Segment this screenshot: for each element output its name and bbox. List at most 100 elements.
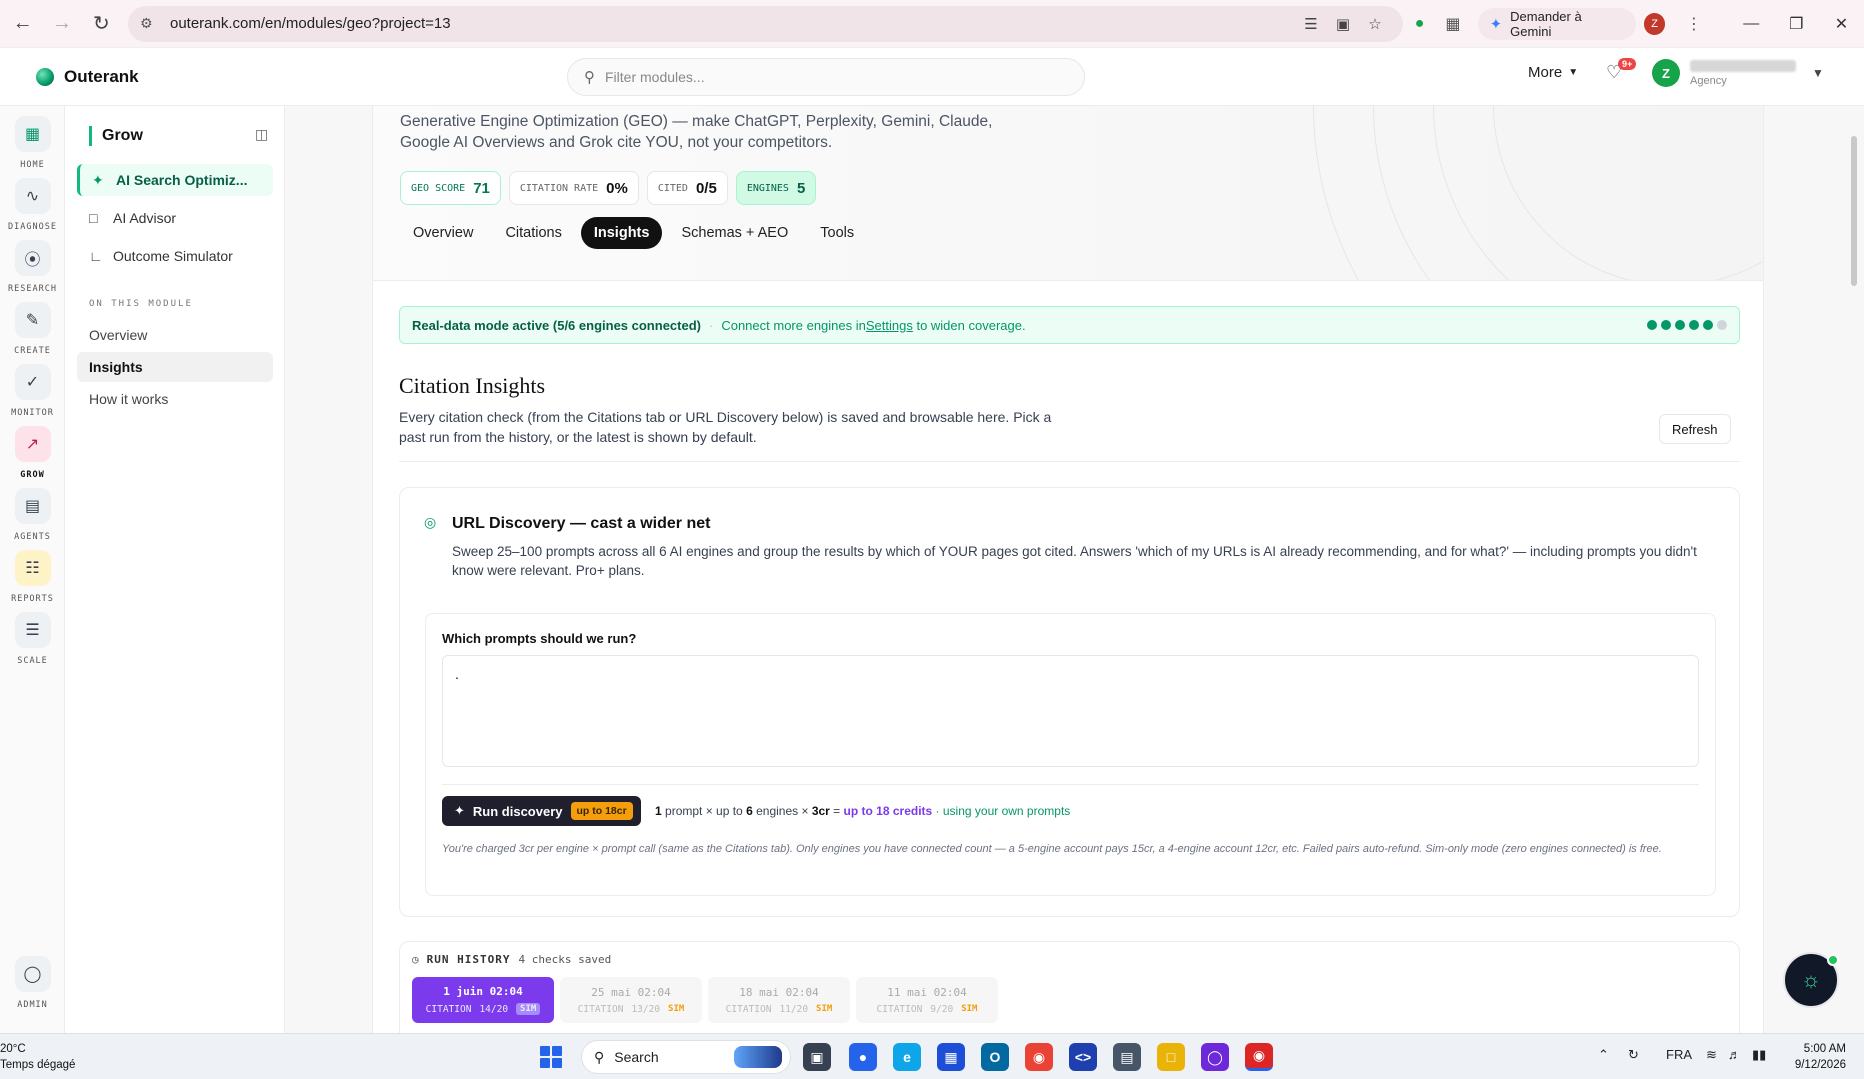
task-view-icon[interactable]: ▣ xyxy=(803,1043,831,1071)
stat-value: 5 xyxy=(796,179,806,197)
outlook-icon[interactable]: O xyxy=(981,1043,1009,1071)
back-button[interactable]: ← xyxy=(6,7,39,41)
rail-item-research[interactable]: ⦿ RESEARCH xyxy=(0,240,65,294)
weather-widget[interactable]: 20°C Temps dégagé xyxy=(0,1041,75,1073)
sidebar-item-label: Outcome Simulator xyxy=(113,248,233,264)
forward-button[interactable]: → xyxy=(45,7,78,41)
run-discovery-button[interactable]: ✦ Run discovery up to 18cr xyxy=(442,796,641,826)
sidebar-link-insights[interactable]: Insights xyxy=(77,352,273,382)
sidebar-item-outcome-simulator[interactable]: ∟ Outcome Simulator xyxy=(77,240,273,272)
extension-green-icon[interactable]: ● xyxy=(1403,7,1436,41)
tab-insights[interactable]: Insights xyxy=(580,217,663,249)
site-info-icon[interactable]: ⚙ xyxy=(140,15,160,32)
rail-item-reports[interactable]: ☷ REPORTS xyxy=(0,550,65,604)
stat-key: CITED xyxy=(657,182,688,194)
edge-icon[interactable]: e xyxy=(893,1043,921,1071)
chat-icon: □ xyxy=(89,210,98,226)
assistant-launcher-button[interactable]: ☼ xyxy=(1783,952,1839,1008)
tab-overview[interactable]: Overview xyxy=(400,217,486,249)
cost-text: engines × xyxy=(752,804,812,818)
restore-icon[interactable]: ❐ xyxy=(1774,0,1819,48)
filter-modules-input[interactable]: ⚲ Filter modules... xyxy=(567,58,1085,96)
chrome-active-icon[interactable]: ◉ xyxy=(1245,1043,1273,1071)
cost-prompts: 1 xyxy=(655,804,662,818)
battery-icon[interactable]: ▮▮ xyxy=(1752,1047,1766,1063)
run-score: 9/20 xyxy=(930,1003,954,1015)
run-item[interactable]: 18 mai 02:04 CITATION 11/20 SIM xyxy=(708,977,850,1023)
app-window-icon[interactable]: ▤ xyxy=(1113,1043,1141,1071)
sidebar-link-how-it-works[interactable]: How it works xyxy=(77,384,273,414)
grid-icon: ▦ xyxy=(14,116,51,152)
url-text[interactable]: outerank.com/en/modules/geo?project=13 xyxy=(170,15,451,32)
minimize-icon[interactable]: — xyxy=(1729,0,1774,48)
vscode-icon[interactable]: <> xyxy=(1069,1043,1097,1071)
notification-badge: 9+ xyxy=(1618,58,1637,70)
file-explorer-icon[interactable]: □ xyxy=(1157,1043,1185,1071)
rail-item-home[interactable]: ▦ HOME xyxy=(0,116,65,170)
more-menu-button[interactable]: More ▼ xyxy=(1528,64,1578,81)
rail-item-create[interactable]: ✎ CREATE xyxy=(0,302,65,356)
rail-item-grow[interactable]: ↗ GROW xyxy=(0,426,65,480)
tab-schemas-aeo[interactable]: Schemas + AEO xyxy=(668,217,801,249)
stat-engines: ENGINES 5 xyxy=(735,171,817,205)
chrome-icon[interactable]: ◉ xyxy=(1025,1043,1053,1071)
start-button[interactable] xyxy=(540,1046,562,1068)
wand-icon: ✦ xyxy=(454,803,465,818)
browser-profile-avatar[interactable]: Z xyxy=(1643,12,1666,35)
page-scrollbar[interactable] xyxy=(1851,136,1857,286)
run-summary: CITATION 9/20 SIM xyxy=(877,1004,978,1015)
rail-item-scale[interactable]: ☰ SCALE xyxy=(0,612,65,666)
browser-menu-icon[interactable]: ⋮ xyxy=(1677,7,1710,41)
sync-icon[interactable]: ↻ xyxy=(1628,1047,1639,1063)
rail-item-monitor[interactable]: ✓ MONITOR xyxy=(0,364,65,418)
sidebar-item-ai-search-optimization[interactable]: ✦ AI Search Optimiz... xyxy=(77,164,273,196)
banner-text: Connect more engines in xyxy=(721,317,866,333)
prompts-textarea[interactable] xyxy=(442,655,1699,767)
run-item[interactable]: 25 mai 02:04 CITATION 13/20 SIM xyxy=(560,977,702,1023)
notifications-button[interactable]: ♡ 9+ xyxy=(1606,58,1637,90)
run-item[interactable]: 11 mai 02:04 CITATION 9/20 SIM xyxy=(856,977,998,1023)
github-icon[interactable]: ◯ xyxy=(1201,1043,1229,1071)
rail-item-admin[interactable]: ◯ ADMIN xyxy=(0,956,65,1010)
rail-label: DIAGNOSE xyxy=(8,222,57,232)
tray-chevron-icon[interactable]: ⌃ xyxy=(1598,1047,1609,1063)
sidebar-item-ai-advisor[interactable]: □ AI Advisor xyxy=(77,202,273,234)
tab-tools[interactable]: Tools xyxy=(807,217,867,249)
tab-citations[interactable]: Citations xyxy=(492,217,574,249)
store-icon[interactable]: ▦ xyxy=(937,1043,965,1071)
rail-item-agents[interactable]: ▤ AGENTS xyxy=(0,488,65,542)
close-icon[interactable]: ✕ xyxy=(1819,0,1864,48)
trend-up-icon: ↗ xyxy=(14,426,51,462)
address-bar[interactable]: ⚙ outerank.com/en/modules/geo?project=13… xyxy=(127,5,1403,42)
admin-shield-icon: ◯ xyxy=(14,956,51,992)
online-indicator xyxy=(1827,954,1839,966)
refresh-button[interactable]: Refresh xyxy=(1659,414,1731,444)
translate-icon[interactable]: ☰ xyxy=(1295,8,1327,40)
rail-label: HOME xyxy=(20,160,45,170)
extensions-puzzle-icon[interactable]: ▦ xyxy=(1436,7,1469,41)
gemini-button[interactable]: ✦ Demander à Gemini xyxy=(1477,7,1636,40)
run-label: CITATION xyxy=(876,1003,923,1015)
chevron-down-icon: ▼ xyxy=(1568,67,1579,78)
stat-geo-score: GEO SCORE 71 xyxy=(400,171,501,205)
sidebar-link-overview[interactable]: Overview xyxy=(77,320,273,350)
clock-date: 9/12/2026 xyxy=(1794,1059,1846,1071)
rail-item-diagnose[interactable]: ∿ DIAGNOSE xyxy=(0,178,65,232)
run-item[interactable]: 1 juin 02:04 CITATION 14/20 SIM xyxy=(412,977,554,1023)
wifi-icon[interactable]: ≋ xyxy=(1706,1047,1717,1063)
teams-icon[interactable]: ● xyxy=(849,1043,877,1071)
volume-icon[interactable]: ♬ xyxy=(1728,1047,1741,1062)
planet-icon: ☼ xyxy=(1800,967,1822,992)
language-indicator[interactable]: FRA xyxy=(1666,1047,1692,1062)
bookmark-star-icon[interactable]: ☆ xyxy=(1359,8,1391,40)
pen-icon: ✎ xyxy=(14,302,51,338)
system-clock[interactable]: 5:00 AM 9/12/2026 xyxy=(1786,1041,1846,1073)
brand[interactable]: Outerank xyxy=(36,67,139,87)
install-app-icon[interactable]: ▣ xyxy=(1327,8,1359,40)
collapse-sidebar-icon[interactable]: ◫ xyxy=(255,126,268,143)
taskbar-search[interactable]: ⚲ Search xyxy=(581,1040,791,1074)
user-menu[interactable]: Z Agency ▼ xyxy=(1652,59,1824,87)
primary-nav-rail: ▦ HOME ∿ DIAGNOSE ⦿ RESEARCH ✎ CREATE ✓ … xyxy=(0,106,65,1033)
reload-button[interactable]: ↻ xyxy=(85,7,118,41)
settings-link[interactable]: Settings xyxy=(866,318,913,333)
